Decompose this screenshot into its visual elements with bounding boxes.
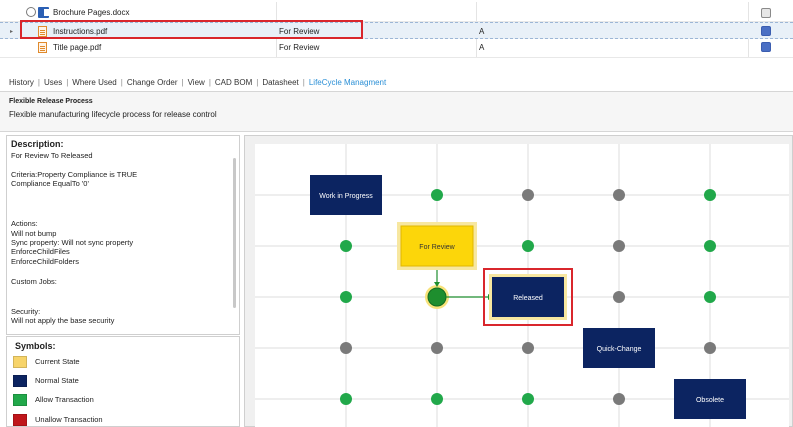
file-status: For Review — [279, 43, 320, 52]
tab-where-used[interactable]: Where Used — [72, 78, 116, 87]
selected-transition-dot — [427, 287, 447, 307]
allow-transition-dot — [431, 189, 443, 201]
symbols-legend: Symbols: Current State Normal State Allo… — [6, 336, 240, 427]
detail-line: Actions: — [11, 219, 38, 228]
detail-line: Criteria:Property Compliance is TRUE — [11, 170, 138, 179]
lifecycle-title: Flexible Release Process — [9, 98, 93, 105]
lifecycle-header: Flexible Release Process Flexible manufa… — [0, 91, 793, 132]
file-name: Title page.pdf — [53, 43, 102, 52]
word-doc-icon — [38, 4, 49, 21]
state-label: For Review — [419, 244, 455, 251]
unavailable-transition-dot — [704, 342, 716, 354]
unavailable-transition-dot — [522, 189, 534, 201]
tab-datasheet[interactable]: Datasheet — [262, 78, 298, 87]
detail-line: Sync property: Will not sync property — [11, 238, 134, 247]
unallow-transaction-swatch — [13, 413, 27, 426]
detail-line: Will not bump — [11, 229, 57, 238]
detail-line: EnforceChildFiles — [11, 247, 70, 256]
tab-uses[interactable]: Uses — [44, 78, 62, 87]
file-revision: A — [479, 27, 485, 36]
unavailable-transition-dot — [613, 291, 625, 303]
lifecycle-description: Flexible manufacturing lifecycle process… — [9, 110, 217, 119]
unavailable-transition-dot — [613, 240, 625, 252]
detail-line: Custom Jobs: — [11, 277, 57, 286]
unavailable-transition-dot — [613, 393, 625, 405]
detail-line: EnforceChildFolders — [11, 257, 79, 266]
state-label: Work in Progress — [319, 193, 373, 200]
detail-line: For Review To Released — [11, 151, 93, 160]
row-checkbox[interactable] — [761, 26, 771, 36]
file-revision: A — [479, 43, 485, 52]
allow-transition-dot — [704, 189, 716, 201]
lifecycle-state-diagram: Work in Progress For Review Released Quick-… — [255, 144, 789, 427]
file-row-title-page[interactable]: Title page.pdf For Review A — [0, 39, 793, 56]
tab-lifecycle-management[interactable]: LifeCycle Managment — [309, 78, 386, 87]
allow-transition-dot — [522, 393, 534, 405]
legend-label: Unallow Transaction — [35, 415, 103, 424]
lifecycle-diagram-panel: Work in Progress For Review Released Quick-… — [244, 135, 793, 427]
state-label: Quick-Change — [597, 346, 642, 353]
legend-label: Current State — [35, 357, 80, 366]
allow-transaction-swatch — [13, 393, 27, 406]
allow-transition-dot — [704, 240, 716, 252]
transition-details-panel: Description: For Review To Released Crit… — [6, 135, 240, 335]
allow-transition-dot — [704, 291, 716, 303]
allow-transition-dot — [340, 393, 352, 405]
details-scrollbar[interactable] — [233, 158, 236, 308]
legend-item-current: Current State — [13, 355, 80, 368]
allow-transition-dot — [340, 291, 352, 303]
legend-item-allow: Allow Transaction — [13, 393, 94, 406]
tab-change-order[interactable]: Change Order — [127, 78, 178, 87]
unavailable-transition-dot — [522, 342, 534, 354]
tab-view[interactable]: View — [188, 78, 205, 87]
normal-state-swatch — [13, 374, 27, 387]
row-checkbox[interactable] — [761, 8, 771, 18]
symbols-heading: Symbols: — [15, 341, 56, 351]
pdf-icon — [38, 39, 47, 56]
allow-transition-dot — [340, 240, 352, 252]
detail-tabs: History | Uses | Where Used | Change Order |… — [9, 77, 387, 87]
unavailable-transition-dot — [431, 342, 443, 354]
description-heading: Description: — [11, 139, 64, 149]
unavailable-transition-dot — [613, 189, 625, 201]
row-pointer-icon: ▸ — [10, 29, 14, 35]
tab-cad-bom[interactable]: CAD BOM — [215, 78, 252, 87]
legend-label: Normal State — [35, 376, 79, 385]
unavailable-transition-dot — [340, 342, 352, 354]
expand-radio[interactable] — [26, 7, 36, 17]
selection-highlight — [20, 20, 363, 39]
state-label: Obsolete — [696, 397, 724, 404]
legend-item-normal: Normal State — [13, 374, 79, 387]
detail-line: Compliance EqualTo '0' — [11, 179, 89, 188]
tab-history[interactable]: History — [9, 78, 34, 87]
state-label: Released — [513, 295, 543, 302]
detail-line: Will not apply the base security — [11, 316, 115, 325]
current-state-swatch — [13, 355, 27, 368]
allow-transition-dot — [431, 393, 443, 405]
file-row-brochure[interactable]: Brochure Pages.docx — [0, 4, 793, 21]
row-checkbox[interactable] — [761, 42, 771, 52]
legend-label: Allow Transaction — [35, 395, 94, 404]
file-name: Brochure Pages.docx — [53, 8, 130, 17]
detail-line: Security: — [11, 307, 41, 316]
allow-transition-dot — [522, 240, 534, 252]
legend-item-unallow: Unallow Transaction — [13, 413, 103, 426]
